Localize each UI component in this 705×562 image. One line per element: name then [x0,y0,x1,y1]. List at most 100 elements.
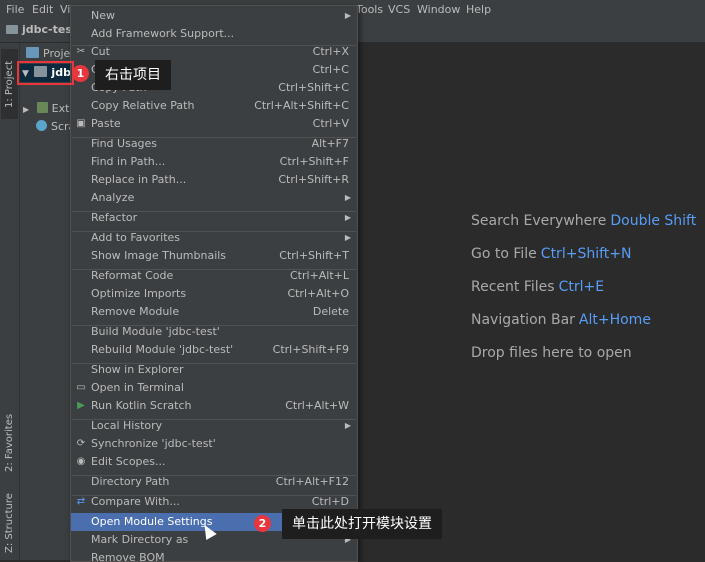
external-libraries-row[interactable]: ▶ Exte [20,100,76,118]
menu-item-label: Compare With... [91,495,180,508]
menu-item-label: Show in Explorer [91,363,184,376]
run-icon: ▶ [77,400,85,411]
submenu-arrow-icon: ▶ [344,421,351,430]
hint-recent-files: Recent Files Ctrl+E [471,279,605,295]
sync-icon: ⟳ [76,438,86,449]
menu-item-show-image-thumbnails[interactable]: Show Image Thumbnails Ctrl+Shift+T [71,247,357,265]
menu-item-label: Replace in Path... [91,173,187,186]
folder-icon [6,25,18,34]
menu-item-label: Synchronize 'jdbc-test' [91,437,216,450]
menu-view[interactable]: Vi [60,3,70,16]
menu-item-label: Refactor [91,211,138,224]
step-1-badge: 1 [72,65,89,82]
menu-item-label: Open Module Settings [91,515,213,528]
menu-item-label: New [91,9,115,22]
menu-tools[interactable]: Tools [356,3,383,16]
menu-item-shortcut: Ctrl+Shift+R [278,173,349,186]
menu-item-synchronize-jdbc-test[interactable]: ⟳ Synchronize 'jdbc-test' [71,435,357,453]
menu-item-label: Find Usages [91,137,158,150]
menu-item-shortcut: Alt+F7 [311,137,349,150]
menu-item-label: Paste [91,117,121,130]
menu-item-directory-path[interactable]: Directory Path Ctrl+Alt+F12 [71,473,357,491]
menu-item-shortcut: Ctrl+Shift+F [279,155,349,168]
scope-icon: ◉ [76,456,86,467]
step-2-badge: 2 [254,515,271,532]
menu-item-label: Analyze [91,191,135,204]
menu-window[interactable]: Window [417,3,460,16]
menu-item-label: Add Framework Support... [91,27,235,40]
menu-item-find-in-path[interactable]: Find in Path... Ctrl+Shift+F [71,153,357,171]
menu-item-show-in-explorer[interactable]: Show in Explorer [71,361,357,379]
menu-item-refactor[interactable]: Refactor ▶ [71,209,357,227]
menu-item-edit-scopes[interactable]: ◉ Edit Scopes... [71,453,357,471]
menu-item-reformat-code[interactable]: Reformat Code Ctrl+Alt+L [71,267,357,285]
menu-item-analyze[interactable]: Analyze ▶ [71,189,357,207]
step-2-tooltip: 单击此处打开模块设置 [282,509,442,539]
hint-key: Ctrl+E [558,279,605,295]
menu-item-optimize-imports[interactable]: Optimize Imports Ctrl+Alt+O [71,285,357,303]
hint-search-everywhere: Search Everywhere Double Shift [471,213,697,229]
menu-item-label: Remove Module [91,305,180,318]
submenu-arrow-icon: ▶ [344,193,351,202]
menu-item-build-module-jdbc-test[interactable]: Build Module 'jdbc-test' [71,323,357,341]
menu-item-copy-relative-path[interactable]: Copy Relative Path Ctrl+Alt+Shift+C [71,97,357,115]
menu-item-find-usages[interactable]: Find Usages Alt+F7 [71,135,357,153]
menu-item-label: Build Module 'jdbc-test' [91,325,220,338]
menu-item-label: Directory Path [91,475,170,488]
menu-item-run-kotlin-scratch[interactable]: ▶ Run Kotlin Scratch Ctrl+Alt+W [71,397,357,415]
menu-item-label: Add to Favorites [91,231,181,244]
left-tool-strip: 1: Project 2: Favorites Z: Structure [0,43,20,560]
menu-item-label: Optimize Imports [91,287,187,300]
menu-item-label: Local History [91,419,163,432]
tab-structure[interactable]: Z: Structure [1,488,18,558]
menu-item-label: Reformat Code [91,269,174,282]
menu-vcs[interactable]: VCS [388,3,410,16]
menu-item-label: Mark Directory as [91,533,189,546]
tab-favorites[interactable]: 2: Favorites [1,403,18,483]
menu-item-shortcut: Ctrl+Alt+L [289,269,349,282]
menu-help[interactable]: Help [466,3,491,16]
menu-edit[interactable]: Edit [32,3,53,16]
cut-icon: ✂ [76,46,86,57]
menu-item-shortcut: Ctrl+Shift+F9 [272,343,349,356]
menu-item-paste[interactable]: ▣ Paste Ctrl+V [71,115,357,133]
menu-item-shortcut: Delete [312,305,349,318]
menu-item-rebuild-module-jdbc-test[interactable]: Rebuild Module 'jdbc-test' Ctrl+Shift+F9 [71,341,357,359]
submenu-arrow-icon: ▶ [344,233,351,242]
menu-item-label: Remove BOM [91,551,165,562]
menu-item-add-to-favorites[interactable]: Add to Favorites ▶ [71,229,357,247]
menu-item-shortcut: Ctrl+Alt+F12 [275,475,349,488]
menu-item-cut[interactable]: ✂ Cut Ctrl+X [71,43,357,61]
menu-item-label: Run Kotlin Scratch [91,399,192,412]
hint-key: Alt+Home [578,312,651,328]
menu-item-remove-bom[interactable]: Remove BOM [71,549,357,562]
breadcrumb-project: jdbc-test [22,23,78,36]
menu-item-local-history[interactable]: Local History ▶ [71,417,357,435]
menu-item-shortcut: Ctrl+Shift+C [278,81,349,94]
menu-item-shortcut: Ctrl+C [312,63,349,76]
menu-item-label: Find in Path... [91,155,166,168]
menu-item-open-in-terminal[interactable]: ▭ Open in Terminal [71,379,357,397]
scratches-icon [36,120,47,131]
menu-item-label: Show Image Thumbnails [91,249,227,262]
project-header-label: Proje [43,47,71,60]
annotation-highlight-box [17,61,74,85]
menu-item-label: Rebuild Module 'jdbc-test' [91,343,234,356]
menu-item-remove-module[interactable]: Remove Module Delete [71,303,357,321]
tab-project[interactable]: 1: Project [1,49,18,119]
menu-item-label: Cut [91,45,110,58]
menu-item-shortcut: Ctrl+Alt+O [287,287,349,300]
terminal-icon: ▭ [76,382,86,393]
submenu-arrow-icon: ▶ [344,11,351,20]
menu-item-shortcut: Ctrl+Alt+W [285,399,349,412]
menu-item-add-framework-support[interactable]: Add Framework Support... [71,25,357,43]
menu-item-new[interactable]: New ▶ [71,7,357,25]
menu-item-label: Open in Terminal [91,381,184,394]
collapse-arrow-icon[interactable]: ▶ [23,105,29,114]
menu-item-label: Edit Scopes... [91,455,166,468]
menu-file[interactable]: File [6,3,24,16]
hint-go-to-file: Go to File Ctrl+Shift+N [471,246,632,262]
breadcrumb[interactable]: jdbc-test [6,23,77,36]
step-1-tooltip: 右击项目 [95,60,171,90]
menu-item-replace-in-path[interactable]: Replace in Path... Ctrl+Shift+R [71,171,357,189]
